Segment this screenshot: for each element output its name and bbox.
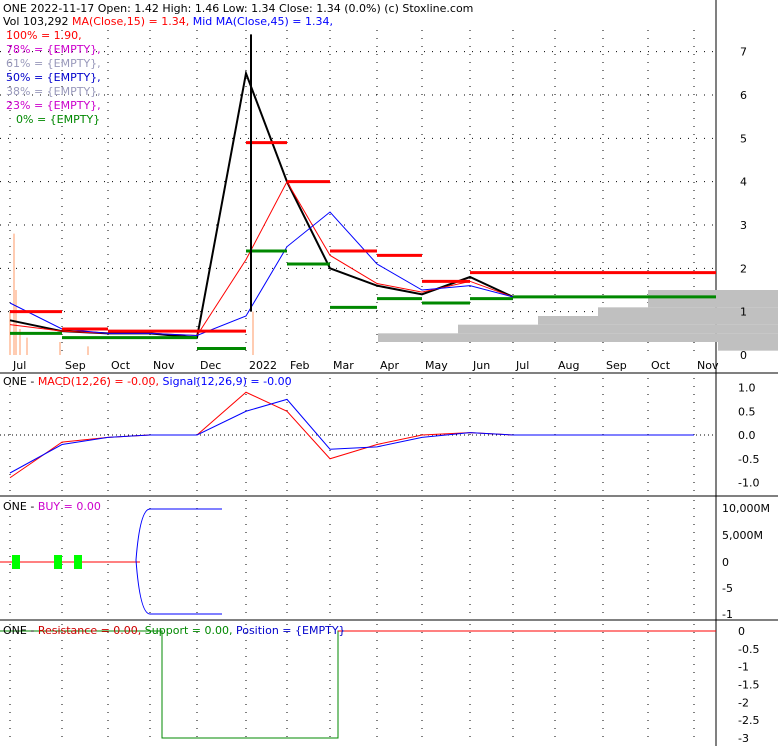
position-tick-label: -2.5 [738,714,759,727]
x-axis-label: Mar [333,359,354,372]
axis-labels: 7 6 5 4 3 2 1 0 Jul Sep Oct Nov Dec 2022 Feb Mar Apr May J… [12,46,770,745]
fib-level-label: 38% = {EMPTY}, [6,85,101,98]
position-tick-label: 0 [738,625,745,638]
position-panel-marks [0,630,716,739]
ma15-label: MA(Close,15) = 1.34, [72,15,189,28]
price-tick-label: 3 [740,219,747,232]
x-axis-label: Jun [472,359,490,372]
fib-level-label: 61% = {EMPTY}, [6,57,101,70]
buy-marker [12,555,20,569]
x-axis-label: Sep [606,359,627,372]
position-tick-label: -0.5 [738,643,759,656]
price-tick-label: 7 [740,46,747,59]
macd-label: MACD(12,26) = -0.00, [38,375,163,388]
price-tick-label: 5 [740,132,747,145]
buy-title: ONE - BUY = 0.00 [3,500,101,513]
buy-tick-label: 10,000M [722,502,770,515]
x-axis-label: Jul [12,359,26,372]
position-tick-label: -1.5 [738,679,759,692]
position-tick-label: -2 [738,696,749,709]
fib-level-label: 50% = {EMPTY}, [6,71,101,84]
x-axis-label: Sep [65,359,86,372]
header-line: ONE 2022-11-17 Open: 1.42 High: 1.46 Low… [3,2,473,15]
position-tick-label: -1 [738,661,749,674]
resistance-label: Resistance = 0.00, [38,624,145,637]
buy-label: BUY = 0.00 [38,500,101,513]
x-axis-label: 2022 [249,359,277,372]
macd-tick-label: -0.5 [738,453,759,466]
macd-title: ONE - MACD(12,26) = -0.00, Signal(12,26,… [3,375,292,388]
fib-level-label: 23% = {EMPTY}, [6,99,101,112]
volume-text: Vol 103,292 [3,15,72,28]
x-axis-label: Apr [380,359,400,372]
buy-tick-label: 0 [722,556,729,569]
x-axis-label: Dec [200,359,221,372]
support-label: Support = 0.00, [145,624,236,637]
price-tick-label: 1 [740,306,747,319]
volume-profile-bar [648,290,778,308]
buy-tick-label: -1 [722,608,733,621]
x-axis-label: Aug [558,359,579,372]
x-axis-label: Nov [153,359,175,372]
price-tick-label: 6 [740,89,747,102]
buy-marker [74,555,82,569]
volume-profile-bar [598,307,778,316]
fib-level-label: 0% = {EMPTY} [16,113,100,126]
x-axis-label: Oct [651,359,671,372]
signal-line [9,398,694,474]
volume-profile-bar [718,342,778,351]
macd-panel-marks [0,391,716,479]
buy-curve [135,508,222,615]
position-title: ONE - Resistance = 0.00, Support = 0.00,… [3,624,346,637]
series-resistance [10,141,716,333]
x-axis-label: Jul [515,359,529,372]
buy-panel-marks [0,508,222,615]
price-lines [9,34,716,350]
stock-chart: 7 6 5 4 3 2 1 0 Jul Sep Oct Nov Dec 2022 Feb Mar Apr May J… [0,0,778,746]
buy-marker [54,555,62,569]
macd-tick-label: 1.0 [738,382,756,395]
header-indicators: Vol 103,292 MA(Close,15) = 1.34, Mid MA(… [3,15,333,28]
macd-tick-label: -1.0 [738,477,759,490]
macd-tick-label: 0.5 [738,405,756,418]
macd-tick-label: 0.0 [738,429,756,442]
buy-tick-label: -5 [722,582,733,595]
position-label: Position = {EMPTY} [236,624,346,637]
fib-level-label: 100% = 1.90, [6,29,82,42]
price-tick-label: 0 [740,349,747,362]
series-ma-close-15- [9,180,694,337]
price-tick-label: 2 [740,262,747,275]
fib-level-label: 78% = {EMPTY}, [6,43,101,56]
x-axis-label: Feb [290,359,309,372]
signal-label: Signal(12,26,9) = -0.00 [163,375,292,388]
position-tick-label: -3 [738,732,749,745]
buy-tick-label: 5,000M [722,529,763,542]
support-line [0,630,716,739]
volume-profile-bar [378,333,778,342]
ma45-label: Mid MA(Close,45) = 1.34, [193,15,333,28]
x-axis-label: Oct [111,359,131,372]
volume-profile-bar [458,324,778,334]
price-tick-label: 4 [740,176,747,189]
fib-levels: 100% = 1.90,78% = {EMPTY},61% = {EMPTY},… [6,29,101,126]
volume-profile [378,290,778,351]
x-axis-label: Nov [697,359,719,372]
x-axis-label: May [425,359,448,372]
